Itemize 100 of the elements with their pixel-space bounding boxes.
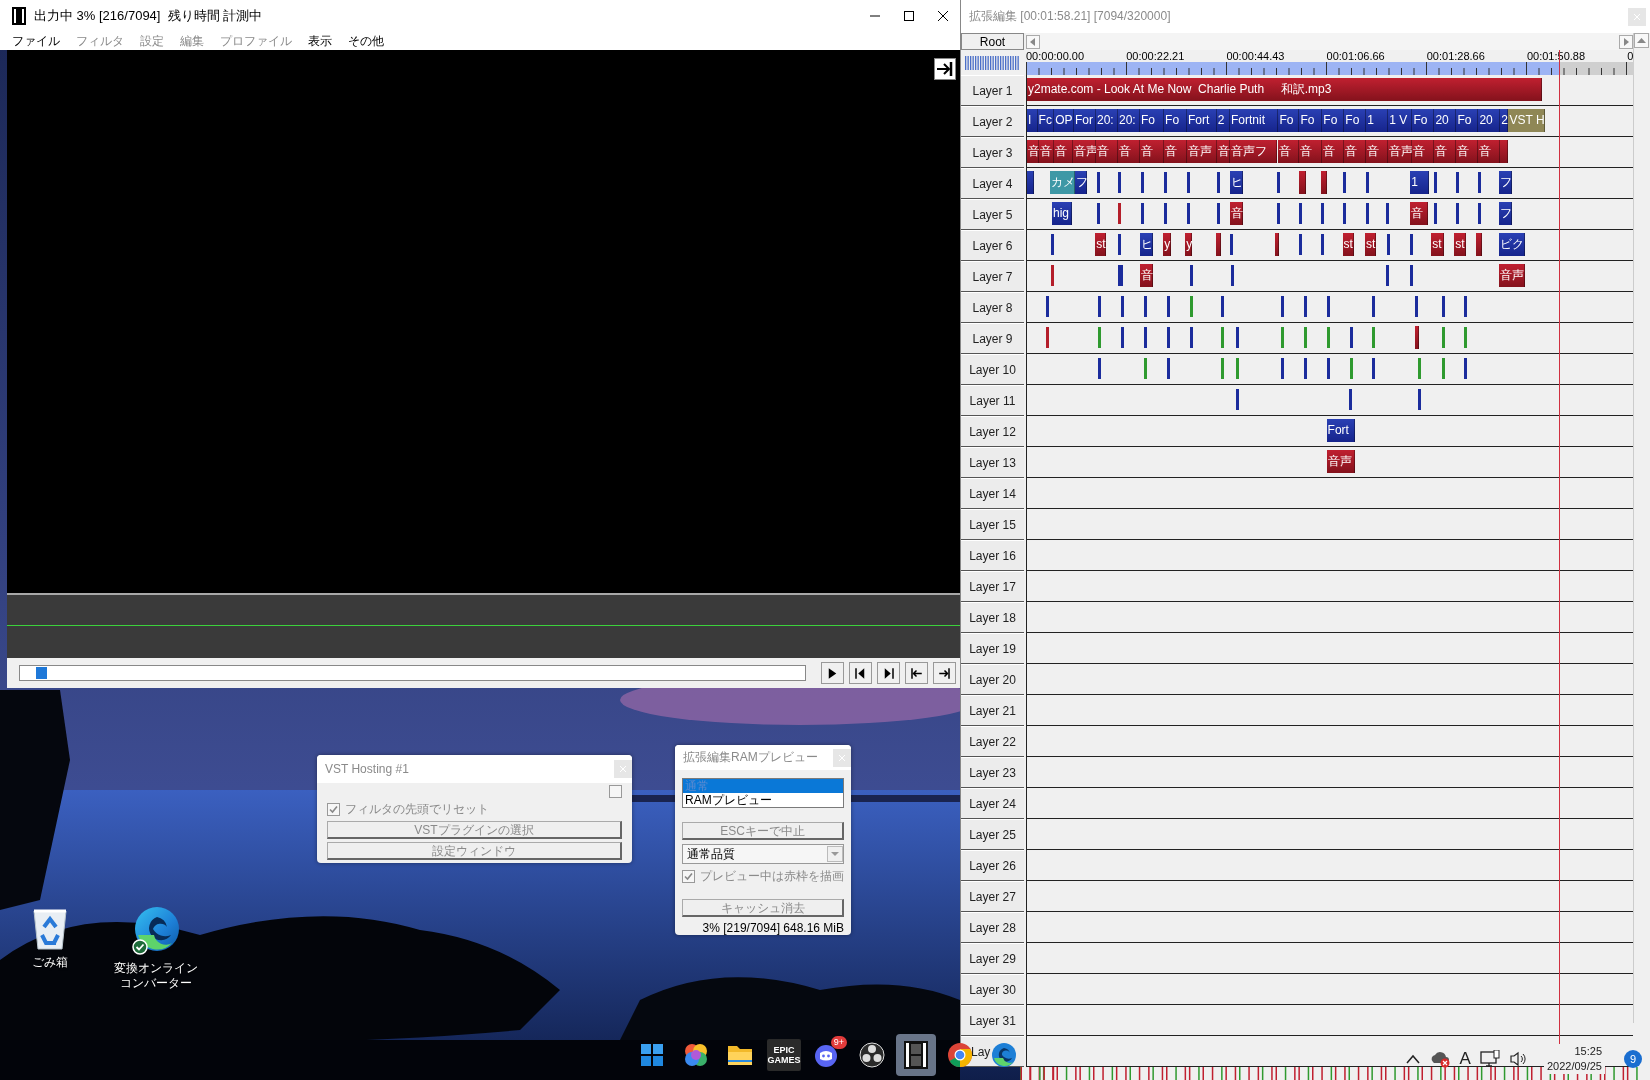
layer-label[interactable]: Layer 15	[961, 509, 1024, 540]
clip-marker[interactable]	[1166, 358, 1170, 379]
clip-marker[interactable]	[1478, 172, 1482, 193]
clip-marker[interactable]	[1372, 358, 1376, 379]
timeline-clip[interactable]: 音声	[1072, 140, 1096, 163]
clip-marker[interactable]	[1235, 389, 1239, 410]
windows-start-icon[interactable]	[640, 1043, 664, 1067]
play-button[interactable]	[821, 662, 844, 684]
timeline-clip[interactable]: 音	[1230, 202, 1244, 225]
checkbox[interactable]	[682, 870, 695, 883]
scroll-right-icon[interactable]	[1619, 34, 1633, 49]
clip-marker[interactable]	[1415, 296, 1419, 317]
clip-marker[interactable]	[1141, 203, 1145, 224]
timeline-clip[interactable]: Fortnit	[1230, 109, 1279, 132]
layer-label[interactable]: Layer 13	[961, 447, 1024, 478]
timeline-clip[interactable]: 音声	[1187, 140, 1217, 163]
clip-marker[interactable]	[1304, 358, 1308, 379]
menu-item[interactable]: その他	[340, 32, 392, 50]
clip-marker[interactable]	[1410, 234, 1414, 255]
clip-marker[interactable]	[1441, 358, 1445, 379]
clip-marker[interactable]	[1117, 265, 1121, 286]
clip-marker[interactable]	[1221, 296, 1225, 317]
timeline-clip[interactable]: y	[1185, 233, 1192, 256]
clip-marker[interactable]	[1144, 327, 1148, 348]
clip-marker[interactable]	[1350, 327, 1354, 348]
clip-marker[interactable]	[1046, 296, 1050, 317]
clip-marker[interactable]	[1343, 203, 1347, 224]
clip-marker[interactable]	[1230, 234, 1234, 255]
clip-marker[interactable]	[1096, 172, 1100, 193]
timeline-clip[interactable]: 20	[1478, 109, 1501, 132]
clip-marker[interactable]	[1464, 358, 1468, 379]
timeline-clip[interactable]: 20:	[1117, 109, 1140, 132]
timeline-clip[interactable]	[1299, 171, 1306, 194]
next-frame-button[interactable]	[877, 662, 900, 684]
timeline-clip[interactable]: ビク	[1499, 233, 1526, 256]
clip-marker[interactable]	[1304, 327, 1308, 348]
clip-marker[interactable]	[1141, 172, 1145, 193]
timeline-clip[interactable]: For	[1074, 109, 1096, 132]
layer-label[interactable]: Layer 30	[961, 974, 1024, 1005]
timeline-clip[interactable]: 音	[1054, 140, 1073, 163]
timeline-clip[interactable]: ヒ	[1230, 171, 1244, 194]
layer-label[interactable]: Layer 1	[961, 75, 1024, 106]
timeline-clip[interactable]	[1027, 171, 1035, 194]
timeline-clip[interactable]: 音	[1478, 140, 1501, 163]
clip-marker[interactable]	[1386, 265, 1390, 286]
timeline-clip[interactable]: 音	[1277, 140, 1300, 163]
clip-marker[interactable]	[1456, 172, 1460, 193]
edge-shortcut-icon[interactable]	[130, 905, 182, 957]
timeline-clip[interactable]: 音	[1027, 140, 1040, 163]
clip-marker[interactable]	[1433, 203, 1437, 224]
timeline-clip[interactable]: 音	[1299, 140, 1323, 163]
clip-marker[interactable]	[1433, 172, 1437, 193]
clip-marker[interactable]	[1164, 172, 1168, 193]
clip-marker[interactable]	[1326, 327, 1330, 348]
timeline-clip[interactable]: 音声	[1326, 450, 1356, 473]
layer-label[interactable]: Layer 11	[961, 385, 1024, 416]
clip-marker[interactable]	[1299, 203, 1303, 224]
timeline-clip[interactable]: 音	[1039, 140, 1055, 163]
volume-icon[interactable]	[1508, 1051, 1527, 1067]
layer-label[interactable]: Layer 21	[961, 695, 1024, 726]
clip-marker[interactable]	[1046, 327, 1050, 348]
recording-app-icon[interactable]	[859, 1042, 885, 1068]
timeline-clip[interactable]: Fo	[1456, 109, 1479, 132]
input-method-indicator[interactable]: A	[1459, 1049, 1471, 1069]
root-button[interactable]: Root	[961, 33, 1024, 50]
layer-label[interactable]: Layer 4	[961, 168, 1024, 199]
clip-marker[interactable]	[1418, 389, 1422, 410]
clip-marker[interactable]	[1343, 172, 1347, 193]
time-ruler[interactable]	[1026, 62, 1634, 75]
clip-marker[interactable]	[1464, 296, 1468, 317]
clip-marker[interactable]	[1221, 358, 1225, 379]
seek-thumb[interactable]	[35, 667, 47, 679]
clip-marker[interactable]	[1456, 203, 1460, 224]
quality-dropdown[interactable]: 通常品質	[682, 844, 844, 864]
clip-marker[interactable]	[1187, 203, 1190, 224]
layer-label[interactable]: Layer 23	[961, 757, 1024, 788]
timeline-clip[interactable]: 1	[1366, 109, 1389, 132]
clip-marker[interactable]	[1304, 296, 1308, 317]
timeline-clip[interactable]: y	[1163, 233, 1171, 256]
clip-marker[interactable]	[1190, 327, 1194, 348]
timeline-clip[interactable]: 音	[1412, 140, 1435, 163]
timeline-clip[interactable]: 1	[1410, 171, 1429, 194]
clip-marker[interactable]	[1441, 296, 1445, 317]
layer-label[interactable]: Layer 22	[961, 726, 1024, 757]
clip-marker[interactable]	[1276, 172, 1280, 193]
clip-marker[interactable]	[1348, 389, 1352, 410]
clip-marker[interactable]	[1164, 203, 1168, 224]
timeline-clip[interactable]: 音	[1456, 140, 1479, 163]
close-icon[interactable]	[937, 10, 949, 22]
clip-marker[interactable]	[1386, 203, 1390, 224]
timeline-clip[interactable]: st	[1342, 233, 1354, 256]
timeline-clip[interactable]: 音	[1164, 140, 1187, 163]
clip-marker[interactable]	[1280, 327, 1284, 348]
timeline-clip[interactable]: 1 V	[1388, 109, 1413, 132]
timeline-clip[interactable]: 音声	[1499, 264, 1526, 287]
layer-label[interactable]: Layer 26	[961, 850, 1024, 881]
edge-browser-icon[interactable]	[991, 1042, 1017, 1068]
timeline-clip[interactable]: 音声フ	[1230, 140, 1278, 163]
clip-marker[interactable]	[1098, 296, 1102, 317]
maximize-icon[interactable]	[903, 10, 915, 22]
